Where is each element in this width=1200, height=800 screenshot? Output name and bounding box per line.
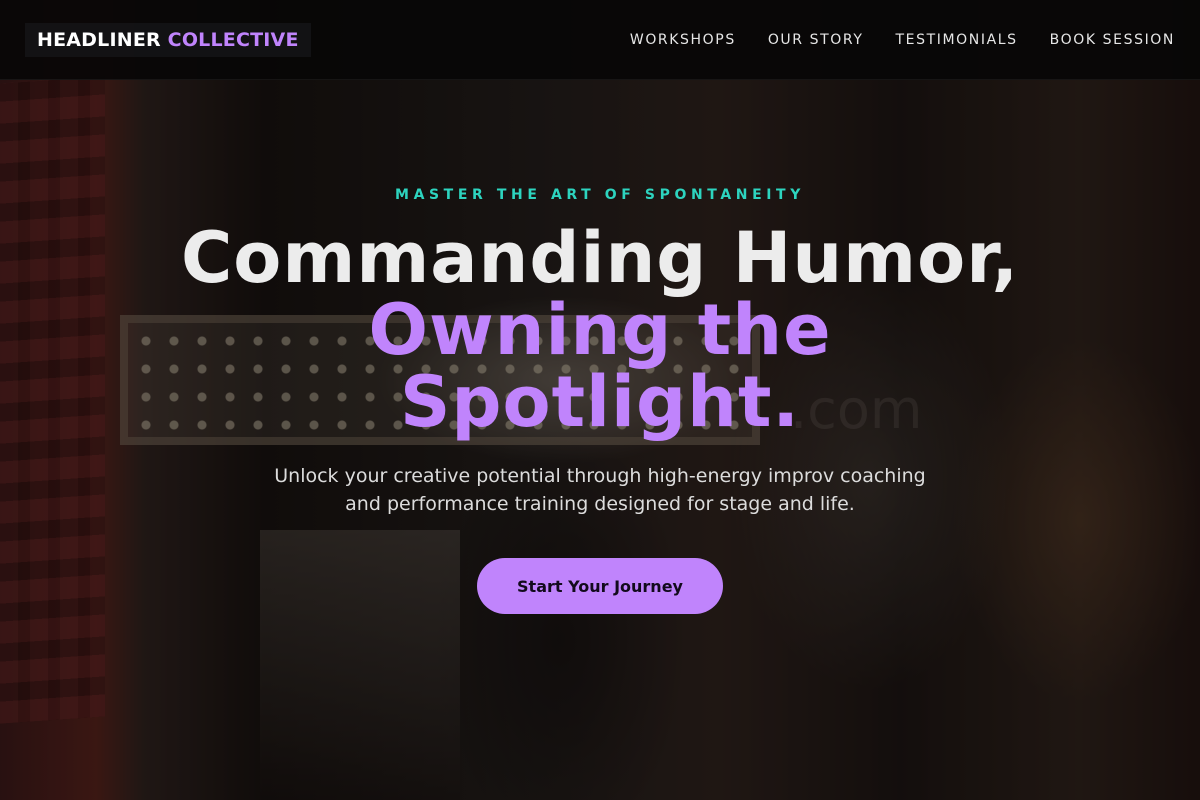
headline-line1: Commanding Humor, [180, 217, 1020, 299]
headline-accent-line1: Owning the [368, 289, 832, 371]
start-journey-button[interactable]: Start Your Journey [477, 558, 723, 614]
hero-section: MASTER THE ART OF SPONTANEITY Commanding… [0, 0, 1200, 800]
hero-headline: Commanding Humor, Owning the Spotlight. [0, 222, 1200, 438]
hero-subtitle: Unlock your creative potential through h… [274, 465, 926, 515]
headline-accent-line2: Spotlight. [399, 361, 801, 443]
hero-eyebrow: MASTER THE ART OF SPONTANEITY [395, 187, 805, 203]
